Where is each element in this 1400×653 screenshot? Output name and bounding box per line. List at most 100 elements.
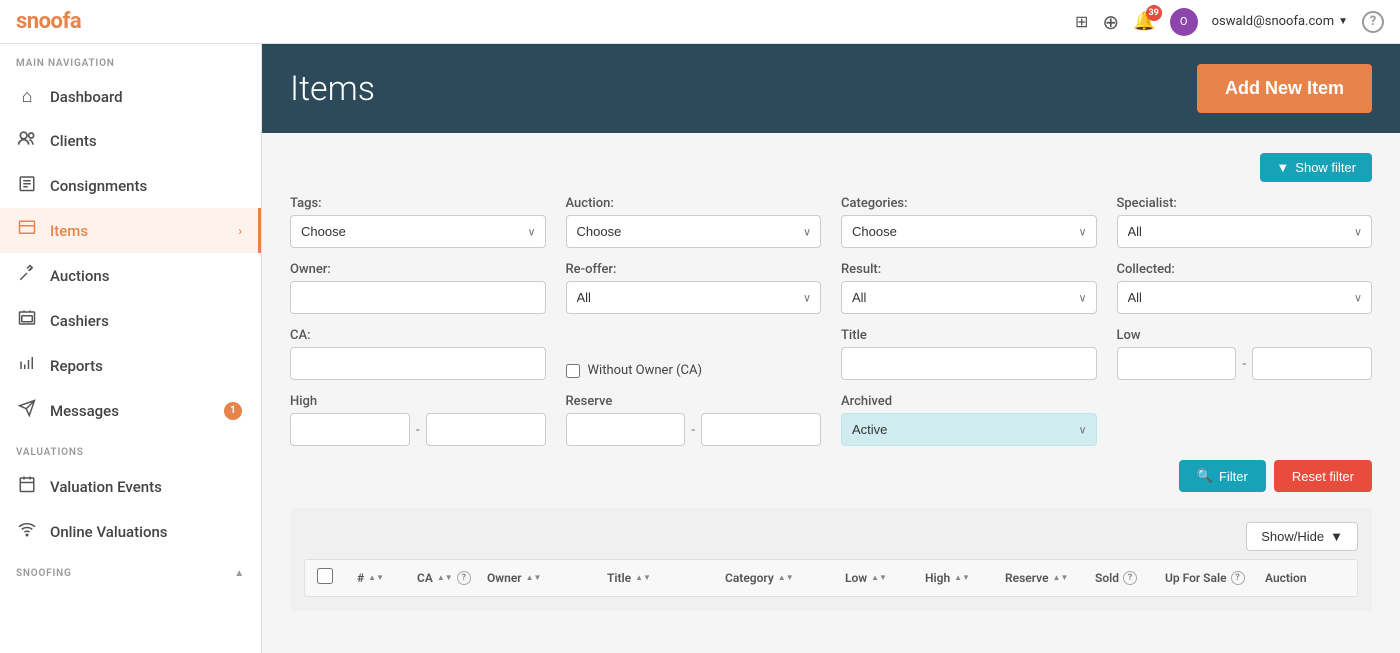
low-min-input[interactable] — [1117, 347, 1237, 380]
categories-label: Categories: — [841, 196, 1097, 211]
grid-icon[interactable]: ⊞ — [1075, 12, 1088, 31]
categories-field: Categories: Choose ∨ — [841, 196, 1097, 248]
owner-input[interactable] — [290, 281, 546, 314]
result-select[interactable]: All — [841, 281, 1097, 314]
logo[interactable]: snoofa — [16, 9, 81, 34]
title-input[interactable] — [841, 347, 1097, 380]
without-owner-checkbox[interactable] — [566, 364, 580, 378]
low-field: Low - — [1117, 328, 1373, 380]
sidebar-item-online-valuations[interactable]: Online Valuations — [0, 509, 261, 554]
sidebar-item-dashboard[interactable]: ⌂ Dashboard — [0, 75, 261, 118]
col-upforsale[interactable]: Up For Sale ? — [1165, 571, 1265, 585]
filter-row-4: High - Reserve - Archive — [290, 394, 1372, 446]
sidebar-item-auctions[interactable]: Auctions — [0, 253, 261, 298]
ca-input[interactable] — [290, 347, 546, 380]
high-dash: - — [416, 422, 420, 438]
tags-select-wrap: Choose ∨ — [290, 215, 546, 248]
reports-icon — [16, 354, 38, 377]
auction-label: Auction: — [566, 196, 822, 211]
upforsale-help-icon[interactable]: ? — [1231, 571, 1245, 585]
add-icon[interactable]: ⊕ — [1102, 10, 1119, 34]
notifications-icon[interactable]: 🔔 39 — [1133, 11, 1155, 32]
result-field: Result: All ∨ — [841, 262, 1097, 314]
filter-row-2: Owner: Re-offer: All ∨ Result: — [290, 262, 1372, 314]
archived-select[interactable]: Active — [841, 413, 1097, 446]
reoffer-select[interactable]: All — [566, 281, 822, 314]
col-auction[interactable]: Auction — [1265, 571, 1345, 585]
sidebar-item-reports[interactable]: Reports — [0, 343, 261, 388]
without-owner-field: Without Owner (CA) — [566, 363, 822, 380]
reserve-max-input[interactable] — [701, 413, 821, 446]
without-owner-label[interactable]: Without Owner (CA) — [588, 363, 703, 378]
page-header: Items Add New Item — [262, 44, 1400, 133]
reset-filter-button[interactable]: Reset filter — [1274, 460, 1372, 492]
col-title[interactable]: Title ▲▼ — [607, 571, 725, 585]
collected-select[interactable]: All — [1117, 281, 1373, 314]
reoffer-label: Re-offer: — [566, 262, 822, 277]
show-hide-button[interactable]: Show/Hide ▼ — [1246, 522, 1358, 551]
ca-sort-icon: ▲▼ — [437, 574, 453, 582]
reserve-sort-icon: ▲▼ — [1053, 574, 1069, 582]
help-icon[interactable]: ? — [1362, 11, 1384, 33]
main-content: Items Add New Item ▼ Show filter Tags: C… — [262, 44, 1400, 653]
messages-icon — [16, 399, 38, 422]
auctions-icon — [16, 264, 38, 287]
col-reserve[interactable]: Reserve ▲▼ — [1005, 571, 1095, 585]
sidebar-item-messages[interactable]: Messages 1 — [0, 388, 261, 433]
sidebar-item-label: Online Valuations — [50, 523, 168, 541]
sold-help-icon[interactable]: ? — [1123, 571, 1137, 585]
col-num[interactable]: # ▲▼ — [357, 571, 417, 585]
col-ca[interactable]: CA ▲▼ ? — [417, 571, 487, 585]
avatar[interactable]: O — [1170, 8, 1198, 36]
col-owner[interactable]: Owner ▲▼ — [487, 571, 607, 585]
high-max-input[interactable] — [426, 413, 546, 446]
reserve-dash: - — [691, 422, 695, 438]
high-label: High — [290, 394, 546, 409]
user-menu[interactable]: oswald@snoofa.com ▼ — [1212, 14, 1348, 29]
sidebar-item-label: Items — [50, 222, 88, 240]
col-low[interactable]: Low ▲▼ — [845, 571, 925, 585]
sidebar-item-consignments[interactable]: Consignments — [0, 163, 261, 208]
sidebar-item-label: Clients — [50, 132, 97, 150]
add-new-item-button[interactable]: Add New Item — [1197, 64, 1372, 113]
tags-select[interactable]: Choose — [290, 215, 546, 248]
owner-label: Owner: — [290, 262, 546, 277]
archived-field: Archived Active ∨ — [841, 394, 1097, 446]
sidebar-item-label: Valuation Events — [50, 478, 162, 496]
sidebar-item-valuation-events[interactable]: Valuation Events — [0, 464, 261, 509]
snoofing-collapse-icon[interactable]: ▲ — [234, 568, 245, 579]
reserve-range: - — [566, 413, 822, 446]
select-all-checkbox[interactable] — [317, 568, 333, 584]
collected-label: Collected: — [1117, 262, 1373, 277]
col-sold[interactable]: Sold ? — [1095, 571, 1165, 585]
categories-select[interactable]: Choose — [841, 215, 1097, 248]
sidebar-item-items[interactable]: Items › — [0, 208, 261, 253]
filter-top-row: ▼ Show filter — [290, 153, 1372, 182]
filter-button[interactable]: 🔍 Filter — [1179, 460, 1266, 492]
owner-field: Owner: — [290, 262, 546, 314]
user-email: oswald@snoofa.com — [1212, 14, 1334, 29]
sidebar-item-cashiers[interactable]: Cashiers — [0, 298, 261, 343]
table-header: # ▲▼ CA ▲▼ ? Owner ▲▼ Title ▲▼ — [304, 559, 1358, 597]
result-select-wrap: All ∨ — [841, 281, 1097, 314]
col-high[interactable]: High ▲▼ — [925, 571, 1005, 585]
dashboard-icon: ⌂ — [16, 86, 38, 107]
reserve-min-input[interactable] — [566, 413, 686, 446]
high-min-input[interactable] — [290, 413, 410, 446]
show-filter-button[interactable]: ▼ Show filter — [1260, 153, 1372, 182]
auction-select-wrap: Choose ∨ — [566, 215, 822, 248]
low-max-input[interactable] — [1252, 347, 1372, 380]
filter-row-1: Tags: Choose ∨ Auction: Choose ∨ — [290, 196, 1372, 248]
col-category[interactable]: Category ▲▼ — [725, 571, 845, 585]
specialist-select[interactable]: All — [1117, 215, 1373, 248]
specialist-label: Specialist: — [1117, 196, 1373, 211]
sidebar-item-label: Dashboard — [50, 88, 123, 106]
user-chevron-icon: ▼ — [1338, 16, 1348, 27]
ca-help-icon[interactable]: ? — [457, 571, 471, 585]
specialist-field: Specialist: All ∨ — [1117, 196, 1373, 248]
auction-select[interactable]: Choose — [566, 215, 822, 248]
reoffer-field: Re-offer: All ∨ — [566, 262, 822, 314]
online-valuations-icon — [16, 520, 38, 543]
sidebar-item-clients[interactable]: Clients — [0, 118, 261, 163]
categories-select-wrap: Choose ∨ — [841, 215, 1097, 248]
